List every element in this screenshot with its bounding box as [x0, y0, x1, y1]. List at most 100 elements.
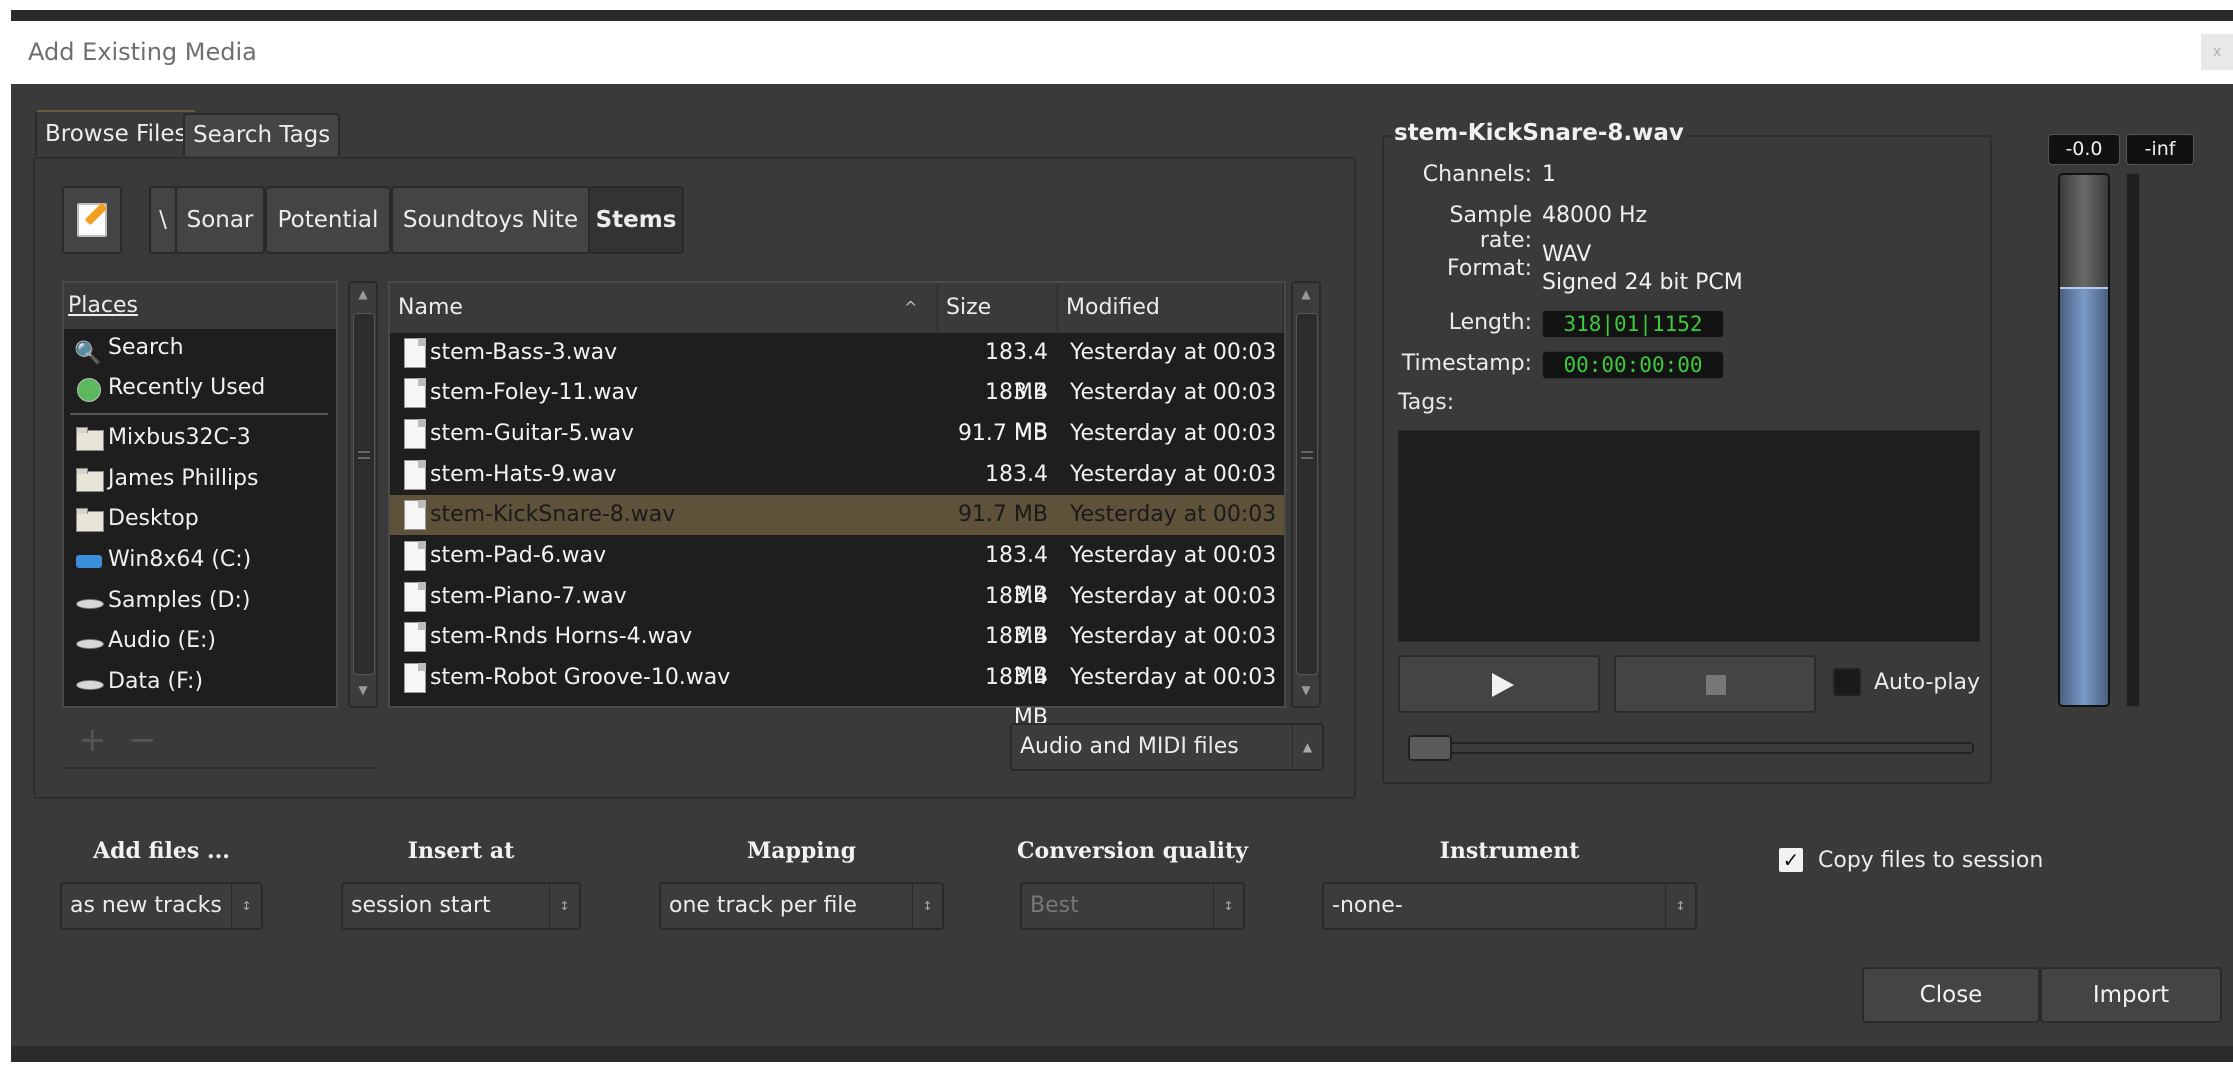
place-recently-used[interactable]: Recently Used: [74, 369, 265, 407]
conversion-quality-select: Best ↕: [1020, 882, 1245, 930]
window-title: Add Existing Media: [28, 38, 257, 66]
conversion-quality-value: Best: [1030, 893, 1079, 918]
insert-at-label: Insert at: [407, 838, 515, 864]
file-row[interactable]: stem-Rnds Horns-4.wav 183.4 MB Yesterday…: [390, 617, 1284, 689]
crumb-potential[interactable]: Potential: [265, 186, 391, 254]
peak-display-right[interactable]: -inf: [2126, 134, 2194, 165]
scrollbar-thumb[interactable]: [353, 313, 375, 675]
file-list-scrollbar[interactable]: ▲ ▼: [1291, 281, 1321, 708]
crumb-root[interactable]: \: [149, 186, 177, 254]
file-row[interactable]: stem-Pad-6.wav 183.4 MB Yesterday at 00:…: [390, 536, 1284, 608]
file-name: stem-KickSnare-8.wav: [430, 502, 676, 527]
sort-ascending-icon: ^: [904, 298, 918, 317]
tab-browse-files[interactable]: Browse Files: [35, 110, 197, 156]
file-name: stem-Hats-9.wav: [430, 462, 617, 487]
file-modified: Yesterday at 00:03: [1070, 462, 1277, 487]
edit-location-button[interactable]: [62, 186, 122, 254]
places-divider: [62, 767, 378, 769]
windows-drive-icon: [74, 547, 104, 573]
autoplay-checkbox[interactable]: [1833, 668, 1861, 696]
file-row[interactable]: stem-Bass-3.wav 183.4 MB Yesterday at 00…: [390, 333, 1284, 405]
file-modified: Yesterday at 00:03: [1070, 543, 1277, 568]
remove-place-button[interactable]: −: [128, 720, 157, 760]
crumb-sonar[interactable]: Sonar: [175, 186, 265, 254]
file-icon: [404, 622, 426, 652]
drive-icon: [74, 628, 104, 654]
file-row[interactable]: stem-Guitar-5.wav 91.7 MB Yesterday at 0…: [390, 414, 1284, 454]
scrollbar-thumb[interactable]: [1296, 313, 1318, 675]
meter-fill: [2060, 287, 2108, 705]
updown-icon: ↕: [1213, 884, 1243, 928]
window-close-button[interactable]: x: [2201, 34, 2233, 70]
file-name: stem-Rnds Horns-4.wav: [430, 624, 693, 649]
place-search[interactable]: 🔍 Search: [74, 329, 184, 367]
file-row-selected[interactable]: stem-KickSnare-8.wav 91.7 MB Yesterday a…: [390, 495, 1284, 535]
column-name-label: Name: [398, 295, 463, 320]
file-icon: [404, 663, 426, 693]
place-mixbus32c-3[interactable]: Mixbus32C-3: [74, 419, 251, 457]
stop-button[interactable]: [1614, 655, 1816, 713]
play-icon: [1492, 673, 1514, 697]
bottom-strip: [11, 1046, 2233, 1062]
titlebar: Add Existing Media x: [11, 21, 2233, 84]
place-win8x64[interactable]: Win8x64 (C:): [74, 541, 251, 579]
file-name: stem-Robot Groove-10.wav: [430, 665, 731, 690]
instrument-select[interactable]: -none- ↕: [1322, 882, 1697, 930]
tags-textarea[interactable]: [1398, 430, 1980, 642]
places-header[interactable]: Places: [64, 283, 336, 329]
length-label: Length:: [1448, 310, 1532, 335]
column-name[interactable]: Name ^: [390, 283, 938, 333]
add-files-value: as new tracks: [70, 893, 222, 918]
tab-search-tags[interactable]: Search Tags: [183, 113, 341, 156]
timestamp-label: Timestamp:: [1401, 351, 1532, 376]
chevron-down-icon[interactable]: ▼: [350, 683, 376, 697]
chevron-up-icon[interactable]: ▲: [1293, 287, 1319, 301]
file-name: stem-Foley-11.wav: [430, 380, 639, 405]
file-type-filter[interactable]: Audio and MIDI files ▲: [1010, 723, 1324, 771]
place-label: Mixbus32C-3: [108, 425, 251, 450]
file-row[interactable]: stem-Hats-9.wav 183.4 MB Yesterday at 00…: [390, 455, 1284, 527]
copy-files-checkbox[interactable]: ✓: [1779, 848, 1803, 872]
place-data[interactable]: Data (F:): [74, 663, 203, 701]
chevron-down-icon[interactable]: ▼: [1293, 683, 1319, 697]
column-modified[interactable]: Modified: [1058, 283, 1284, 333]
length-clock: 318|01|1152: [1542, 310, 1724, 338]
seek-slider-handle[interactable]: [1408, 735, 1452, 761]
import-button[interactable]: Import: [2040, 967, 2222, 1023]
insert-at-select[interactable]: session start ↕: [341, 882, 581, 930]
updown-icon: ↕: [549, 884, 579, 928]
places-scrollbar[interactable]: ▲ ▼: [348, 281, 378, 708]
close-button[interactable]: Close: [1862, 967, 2040, 1023]
file-row[interactable]: stem-Robot Groove-10.wav 183.4 MB Yester…: [390, 658, 1284, 730]
mapping-select[interactable]: one track per file ↕: [659, 882, 944, 930]
chevron-up-icon[interactable]: ▲: [350, 287, 376, 301]
top-strip: [11, 0, 2233, 21]
peak-display-left[interactable]: -0.0: [2048, 134, 2120, 165]
file-row[interactable]: stem-Piano-7.wav 183.4 MB Yesterday at 0…: [390, 577, 1284, 649]
file-size: 91.7 MB: [957, 421, 1048, 446]
autoplay-label[interactable]: Auto-play: [1874, 670, 1980, 695]
place-label: Search: [108, 335, 184, 360]
place-audio[interactable]: Audio (E:): [74, 622, 216, 660]
column-size[interactable]: Size: [938, 283, 1058, 333]
place-samples[interactable]: Samples (D:): [74, 582, 250, 620]
instrument-label: Instrument: [1439, 838, 1580, 864]
play-button[interactable]: [1398, 655, 1600, 713]
crumb-soundtoys-nite[interactable]: Soundtoys Nite: [391, 186, 590, 254]
format-label: Format:: [1447, 256, 1532, 281]
sample-rate-value: 48000 Hz: [1542, 203, 1648, 228]
folder-icon: [74, 425, 104, 451]
seek-slider[interactable]: [1408, 742, 1974, 754]
magnifier-icon: 🔍: [74, 341, 102, 366]
file-row[interactable]: stem-Foley-11.wav 183.4 MB Yesterday at …: [390, 373, 1284, 445]
place-james-phillips[interactable]: James Phillips: [74, 460, 258, 498]
file-icon: [404, 419, 426, 449]
file-type-filter-value: Audio and MIDI files: [1020, 734, 1239, 759]
sample-rate-label: Sample rate:: [1449, 203, 1533, 253]
copy-files-label[interactable]: Copy files to session: [1818, 848, 2043, 873]
place-desktop[interactable]: Desktop: [74, 500, 199, 538]
add-files-select[interactable]: as new tracks ↕: [60, 882, 263, 930]
add-place-button[interactable]: +: [78, 720, 107, 760]
crumb-stems[interactable]: Stems: [588, 186, 684, 254]
level-meter-left: [2058, 173, 2110, 707]
